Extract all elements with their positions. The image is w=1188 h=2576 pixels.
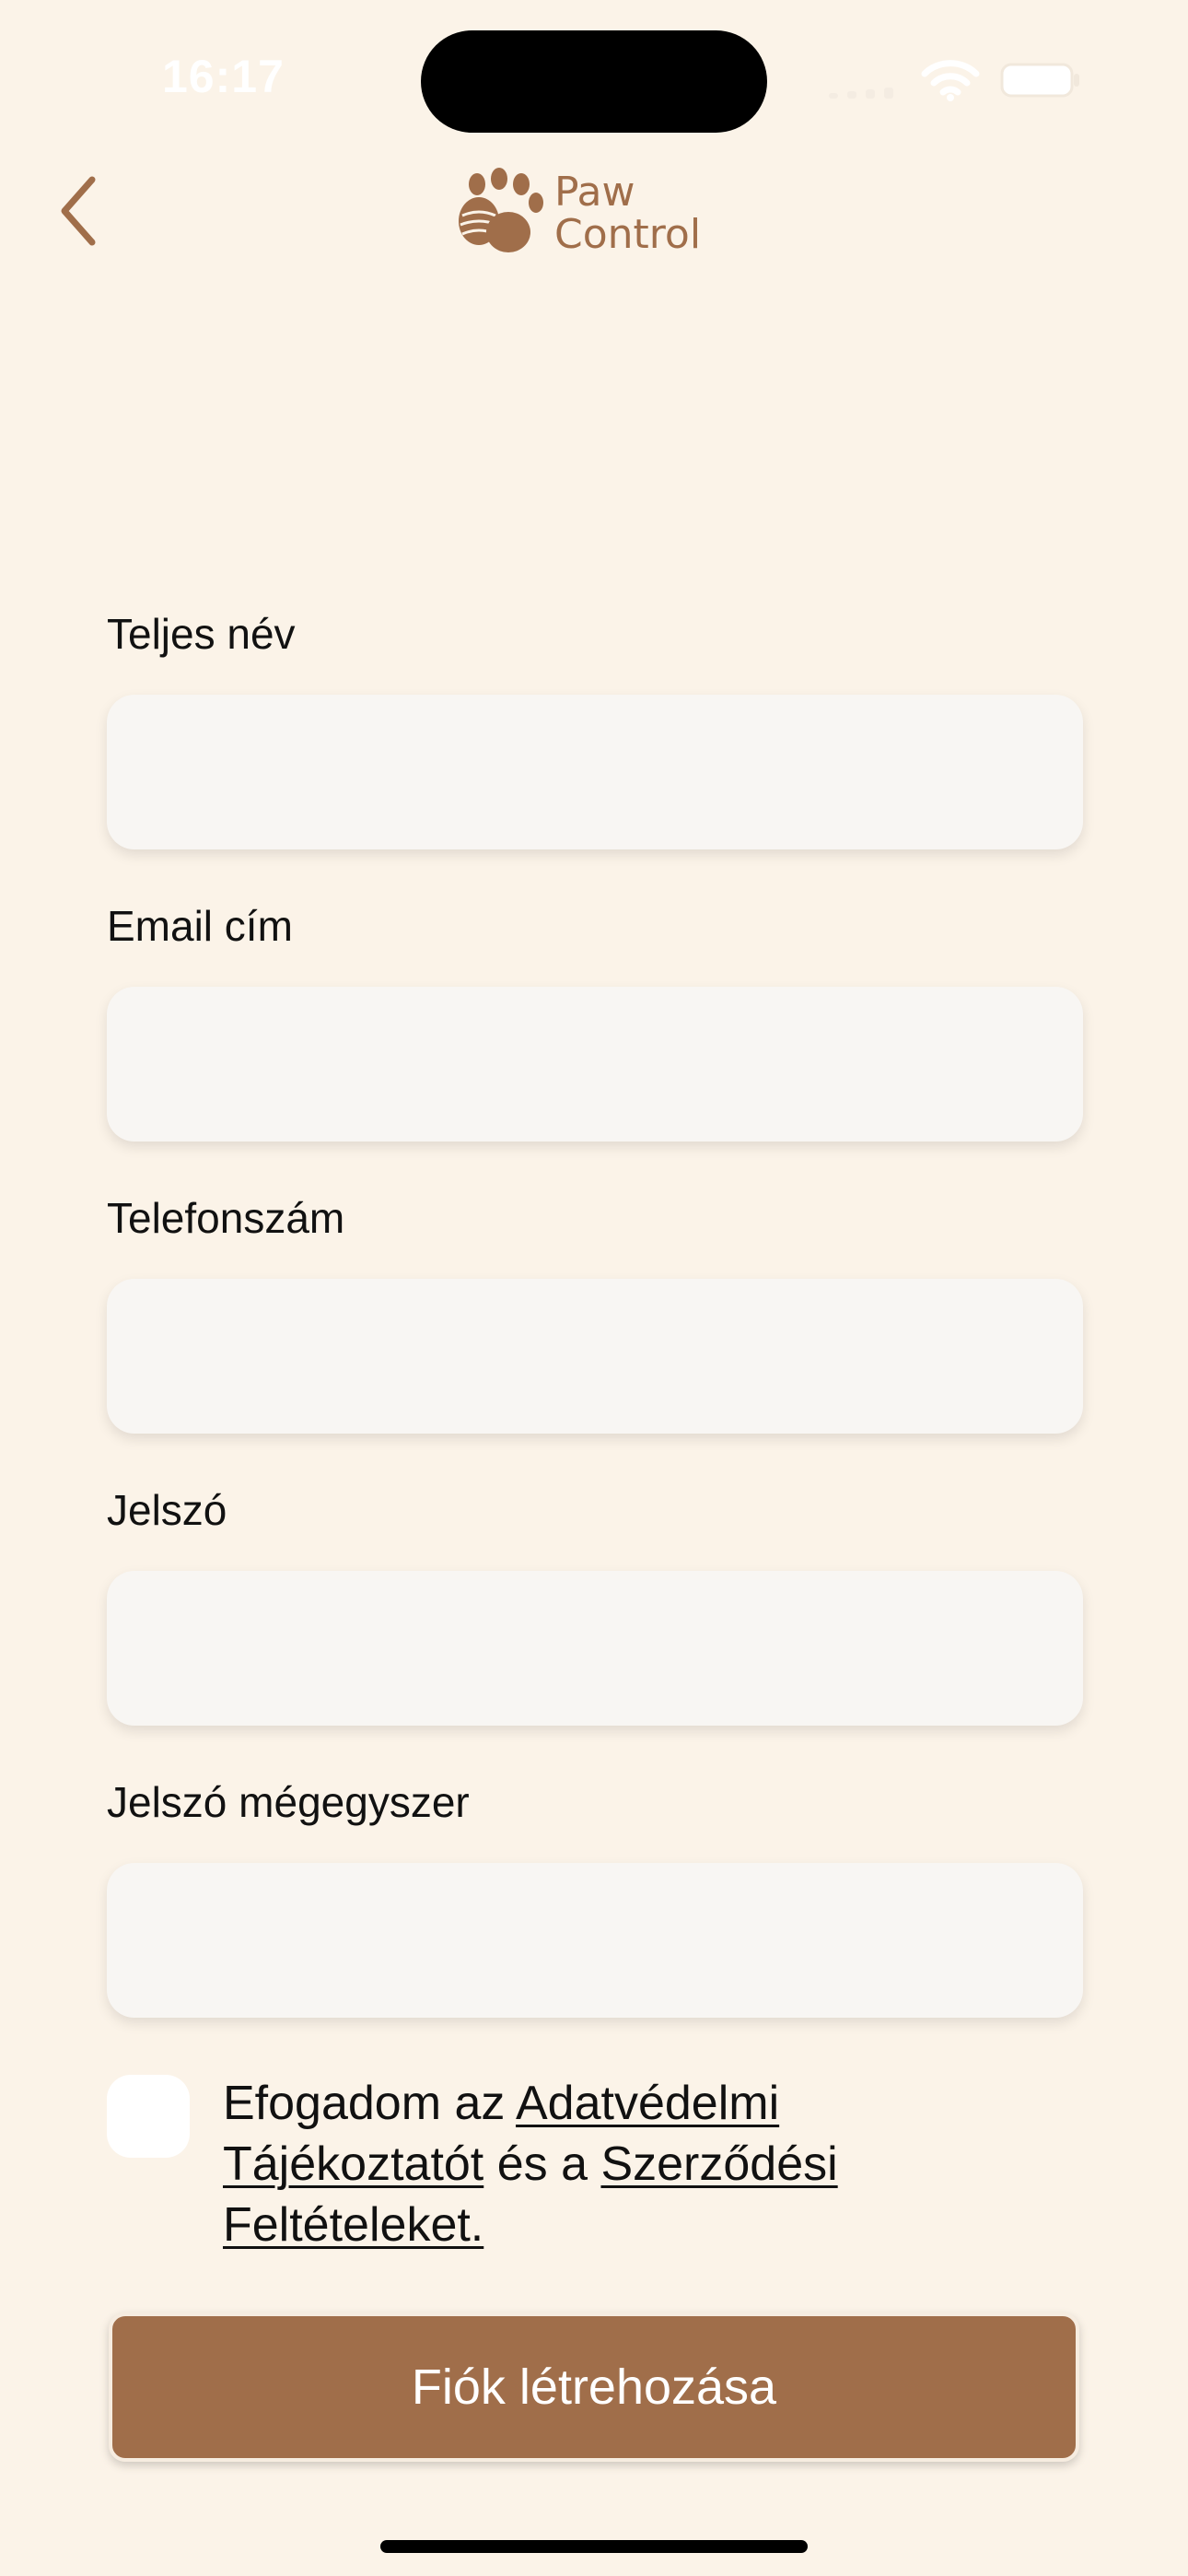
phone-input[interactable] [107,1279,1083,1434]
password-field-group: Jelszó [107,1484,1083,1776]
logo-text-line2: Control [554,211,702,258]
logo-text-line1: Paw [554,169,635,216]
navigation-bar: Paw Control [0,157,1188,267]
email-input[interactable] [107,987,1083,1142]
phone-label: Telefonszám [107,1194,345,1242]
password-again-field-group: Jelszó mégegyszer [107,1776,1083,2068]
consent-text-middle: és a [483,2137,601,2191]
email-label: Email cím [107,902,293,950]
cellular-signal-icon [829,88,903,99]
create-account-button[interactable]: Fiók létrehozása [109,2313,1079,2462]
consent-row: Efogadom az Adatvédelmi Tájékoztatót és … [107,2073,1083,2266]
logo-text: Paw Control [554,171,701,256]
chevron-left-icon [61,176,96,246]
password-again-input[interactable] [107,1863,1083,2018]
consent-text-before: Efogadom az [223,2077,516,2130]
paw-icon [459,168,543,252]
battery-icon [1000,63,1079,98]
full-name-input[interactable] [107,695,1083,849]
dynamic-island [421,30,767,133]
email-field-group: Email cím [107,900,1083,1192]
password-again-label: Jelszó mégegyszer [107,1778,470,1826]
paw-control-logo: Paw Control [455,166,750,258]
consent-checkbox[interactable] [107,2075,190,2158]
full-name-label: Teljes név [107,610,296,658]
password-label: Jelszó [107,1486,227,1534]
home-indicator [380,2540,808,2553]
wifi-icon [921,60,980,101]
consent-text: Efogadom az Adatvédelmi Tájékoztatót és … [223,2073,1052,2255]
status-bar: 16:17 [0,0,1188,157]
registration-form: Teljes név Email cím Telefonszám Jelszó … [107,608,1083,2068]
back-button[interactable] [37,170,120,252]
password-input[interactable] [107,1571,1083,1726]
status-time: 16:17 [162,51,285,102]
full-name-field-group: Teljes név [107,608,1083,900]
phone-field-group: Telefonszám [107,1192,1083,1484]
